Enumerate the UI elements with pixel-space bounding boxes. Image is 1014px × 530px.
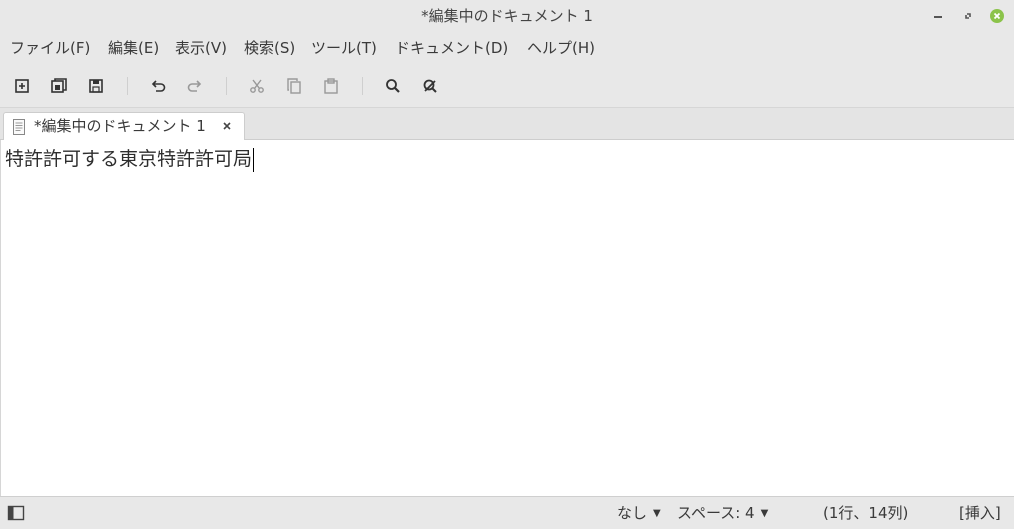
- highlight-mode-dropdown[interactable]: なし ▼: [617, 497, 661, 529]
- tab-width-dropdown[interactable]: スペース: 4 ▼: [677, 497, 768, 529]
- side-panel-toggle-icon[interactable]: [7, 505, 25, 521]
- undo-icon[interactable]: [148, 76, 168, 96]
- restore-icon[interactable]: [960, 8, 976, 24]
- menu-tools[interactable]: ツール(T): [309, 32, 379, 64]
- toolbar-separator: [127, 77, 128, 95]
- toolbar-separator: [362, 77, 363, 95]
- text-cursor: [253, 147, 255, 172]
- redo-icon[interactable]: [185, 76, 205, 96]
- document-icon: [13, 119, 25, 135]
- menu-view[interactable]: 表示(V): [173, 32, 229, 64]
- tab-label: *編集中のドキュメント 1: [34, 117, 206, 135]
- toolbar: [0, 64, 1014, 108]
- close-icon[interactable]: [989, 8, 1005, 24]
- status-bar: なし ▼ スペース: 4 ▼ (1行、14列) [挿入]: [0, 496, 1014, 529]
- menu-file[interactable]: ファイル(F): [8, 32, 92, 64]
- replace-icon[interactable]: [420, 76, 440, 96]
- open-icon[interactable]: [49, 76, 69, 96]
- chevron-down-icon: ▼: [760, 507, 769, 519]
- paste-icon[interactable]: [321, 76, 341, 96]
- menu-edit[interactable]: 編集(E): [106, 32, 161, 64]
- save-icon[interactable]: [86, 76, 106, 96]
- insert-mode: [挿入]: [959, 504, 1001, 522]
- tab-document-1[interactable]: *編集中のドキュメント 1: [3, 112, 245, 140]
- menu-documents[interactable]: ドキュメント(D): [393, 32, 510, 64]
- copy-icon[interactable]: [284, 76, 304, 96]
- tab-bar: *編集中のドキュメント 1: [0, 108, 1014, 140]
- search-icon[interactable]: [383, 76, 403, 96]
- cursor-position: (1行、14列): [823, 504, 909, 522]
- cut-icon[interactable]: [247, 76, 267, 96]
- highlight-mode-value: なし: [617, 504, 648, 522]
- editor-line-1: 特許許可する東京特許許可局: [5, 148, 253, 170]
- text-editor[interactable]: 特許許可する東京特許許可局: [0, 140, 1014, 496]
- menu-bar: ファイル(F) 編集(E) 表示(V) 検索(S) ツール(T) ドキュメント(…: [0, 32, 1014, 64]
- menu-search[interactable]: 検索(S): [242, 32, 297, 64]
- close-tab-icon[interactable]: [220, 119, 234, 133]
- editor-content[interactable]: 特許許可する東京特許許可局: [5, 146, 255, 172]
- toolbar-separator: [226, 77, 227, 95]
- tab-width-value: スペース: 4: [677, 504, 755, 522]
- minimize-icon[interactable]: [930, 8, 946, 24]
- window-title: *編集中のドキュメント 1: [421, 7, 593, 25]
- title-bar: *編集中のドキュメント 1: [0, 0, 1014, 32]
- chevron-down-icon: ▼: [653, 507, 661, 519]
- new-document-icon[interactable]: [12, 76, 32, 96]
- menu-help[interactable]: ヘルプ(H): [525, 32, 597, 64]
